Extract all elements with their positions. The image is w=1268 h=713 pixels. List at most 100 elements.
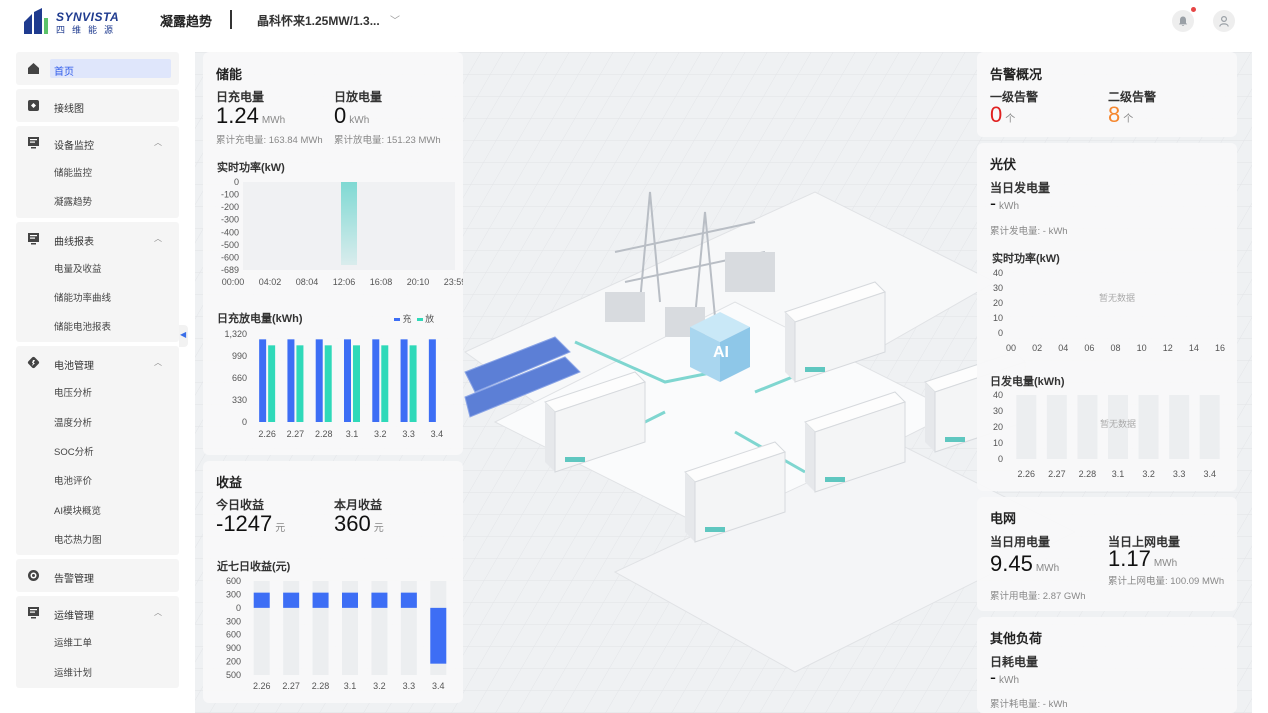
sidebar-subitem[interactable]: 储能功率曲线 xyxy=(16,282,179,311)
sidebar-item-label: 设备监控 xyxy=(54,141,94,152)
sidebar: 首页接线图设备监控 ︿ 储能监控 凝露趋势曲线报表 ︿ 电量及收益 储能功率曲线 储能电池报表… xyxy=(16,52,179,692)
sidebar-item-0[interactable]: 首页 xyxy=(16,54,179,83)
discharge-bar xyxy=(381,345,389,422)
sidebar-item-2[interactable]: 设备监控 ︿ xyxy=(16,128,179,157)
level2-alarm-unit: 个 xyxy=(1123,114,1134,125)
user-icon xyxy=(1219,15,1229,27)
y-tick-label: 10 xyxy=(993,313,1003,323)
sidebar-group: 接线图 xyxy=(16,89,179,122)
y-tick-label: 0 xyxy=(236,603,241,613)
x-tick-label: 3.2 xyxy=(1142,469,1155,479)
x-tick-label: 2.26 xyxy=(1018,469,1036,479)
pv-generation-chart: 40 30 20 10 0 2.26 2.27 2.28 3.1 3.2 3.3 3.4 暂无数据 xyxy=(993,390,1220,479)
daily-charge-discharge-title: 日充放电量(kWh) xyxy=(217,313,303,325)
y-tick-label: 0 xyxy=(234,177,239,187)
project-selector[interactable]: 晶科怀来1.25MW/1.3... xyxy=(257,12,380,29)
legend-charge: 充 xyxy=(402,314,412,324)
cumulative-charge: 累计充电量: 163.84 MWh xyxy=(216,135,323,146)
charge-bar xyxy=(428,339,436,422)
sidebar-collapse-button[interactable]: ◀ xyxy=(179,325,188,347)
y-tick-label: -200 xyxy=(221,202,239,212)
bell-icon xyxy=(1178,16,1188,26)
revenue-title: 收益 xyxy=(216,475,243,490)
chevron-up-icon[interactable]: ︿ xyxy=(154,233,162,244)
chevron-down-icon[interactable]: ﹀ xyxy=(390,12,400,27)
sidebar-item-1[interactable]: 接线图 xyxy=(16,91,179,120)
level1-alarm-value[interactable]: 0个 xyxy=(990,102,1015,128)
grid-cumulative-use: 累计用电量: 2.87 GWh xyxy=(990,591,1086,602)
sidebar-group: 电池管理 ︿ 电压分析 温度分析 SOC分析 电池评价 AI模块概览 电芯热力图 xyxy=(16,346,179,556)
sidebar-subitem[interactable]: SOC分析 xyxy=(16,436,179,465)
sidebar-subitem[interactable]: 运维工单 xyxy=(16,627,179,656)
bar-background xyxy=(1016,395,1037,459)
user-avatar-button[interactable] xyxy=(1213,10,1235,32)
sidebar-item-3[interactable]: 曲线报表 ︿ xyxy=(16,224,179,253)
y-tick-label: -689 xyxy=(221,265,239,275)
x-tick-label: 2.27 xyxy=(287,429,305,439)
other-load-daily-unit: kWh xyxy=(999,675,1019,686)
y-tick-label: 1,320 xyxy=(224,329,247,339)
daily-discharge-unit: kWh xyxy=(349,115,370,126)
notification-button[interactable] xyxy=(1172,10,1194,32)
y-tick-label: -500 xyxy=(221,240,239,250)
sidebar-subitem[interactable]: 储能电池报表 xyxy=(16,311,179,340)
sidebar-subitem[interactable]: 储能监控 xyxy=(16,157,179,186)
daily-charge-value: 1.24 MWh xyxy=(216,103,285,129)
sidebar-subitem[interactable]: AI模块概览 xyxy=(16,495,179,524)
sidebar-group: 曲线报表 ︿ 电量及收益 储能功率曲线 储能电池报表 xyxy=(16,221,179,343)
sidebar-item-label: 首页 xyxy=(54,67,74,78)
grid-title: 电网 xyxy=(990,511,1017,526)
sidebar-subitem[interactable]: 电压分析 xyxy=(16,377,179,406)
sidebar-subitem[interactable]: 温度分析 xyxy=(16,407,179,436)
cumulative-discharge: 累计放电量: 151.23 MWh xyxy=(334,135,441,146)
notification-badge xyxy=(1191,7,1196,12)
seven-day-revenue-title: 近七日收益(元) xyxy=(217,561,291,573)
sidebar-subitem[interactable]: 电量及收益 xyxy=(16,253,179,282)
chevron-up-icon[interactable]: ︿ xyxy=(154,357,162,368)
x-tick-label: 3.3 xyxy=(1173,469,1186,479)
y-tick-label: 40 xyxy=(993,268,1003,278)
sidebar-item-6[interactable]: 运维管理 ︿ xyxy=(16,598,179,627)
x-tick-label: 10 xyxy=(1137,343,1147,353)
chevron-up-icon[interactable]: ︿ xyxy=(154,137,162,148)
sidebar-item-label: 告警管理 xyxy=(54,574,94,586)
sidebar-item-4[interactable]: 电池管理 ︿ xyxy=(16,348,179,377)
x-tick-label: 2.26 xyxy=(258,429,276,439)
grid-feed-unit: MWh xyxy=(1153,558,1178,569)
discharge-bar xyxy=(409,345,417,422)
revenue-bar xyxy=(342,592,358,608)
sidebar-item-label: 电池管理 xyxy=(54,361,94,373)
sidebar-subitem[interactable]: 凝露趋势 xyxy=(16,186,179,215)
pv-power-title: 实时功率(kW) xyxy=(992,253,1060,265)
brand-logo[interactable]: SYNVISTA 四维能源 xyxy=(22,8,132,36)
daily-charge-unit: MWh xyxy=(261,115,286,126)
chart-legend: 充 放 xyxy=(394,312,434,325)
revenue-bar xyxy=(400,592,417,608)
y-tick-label: 0 xyxy=(242,417,247,427)
sidebar-subitem[interactable]: 运维计划 xyxy=(16,657,179,686)
x-tick-label: 3.4 xyxy=(431,429,444,439)
x-tick-label: 2.27 xyxy=(1048,469,1066,479)
sidebar-item-5[interactable]: 告警管理 xyxy=(16,561,179,590)
sidebar-subitem[interactable]: 电池评价 xyxy=(16,465,179,494)
x-tick-label: 3.1 xyxy=(346,429,359,439)
sidebar-subitem[interactable]: 电芯热力图 xyxy=(16,524,179,553)
sidebar-item-label: 接线图 xyxy=(54,104,84,115)
x-tick-label: 16 xyxy=(1215,343,1225,353)
grid-feed-number: 1.17 xyxy=(1108,546,1151,571)
chevron-up-icon[interactable]: ︿ xyxy=(154,607,162,618)
sidebar-item-label: 运维管理 xyxy=(54,611,94,623)
seven-day-revenue-chart: 600 300 0 300 600 900 200 500 2.26 2.27 2.28 3.1 3.2… xyxy=(226,576,447,691)
x-tick-label: 2.26 xyxy=(253,681,271,691)
x-tick-label: 12:06 xyxy=(333,277,356,287)
maintenance-icon xyxy=(28,607,39,619)
pv-card: 光伏 当日发电量 - kWh 累计发电量: - kWh 实时功率(kW) 40 30… xyxy=(977,143,1237,491)
month-revenue-value: 360 元 xyxy=(334,511,384,537)
discharge-bar xyxy=(353,345,360,422)
bar-background xyxy=(1046,395,1067,459)
y-tick-label: 900 xyxy=(226,643,241,653)
sidebar-group: 告警管理 xyxy=(16,559,179,593)
storage-card: 储能 日充电量 1.24 MWh 日放电量 0 kWh 累计充电量: 163.84 … xyxy=(203,52,463,455)
level2-alarm-value[interactable]: 8个 xyxy=(1108,102,1133,128)
grid-use-value: 9.45 MWh xyxy=(990,551,1059,577)
